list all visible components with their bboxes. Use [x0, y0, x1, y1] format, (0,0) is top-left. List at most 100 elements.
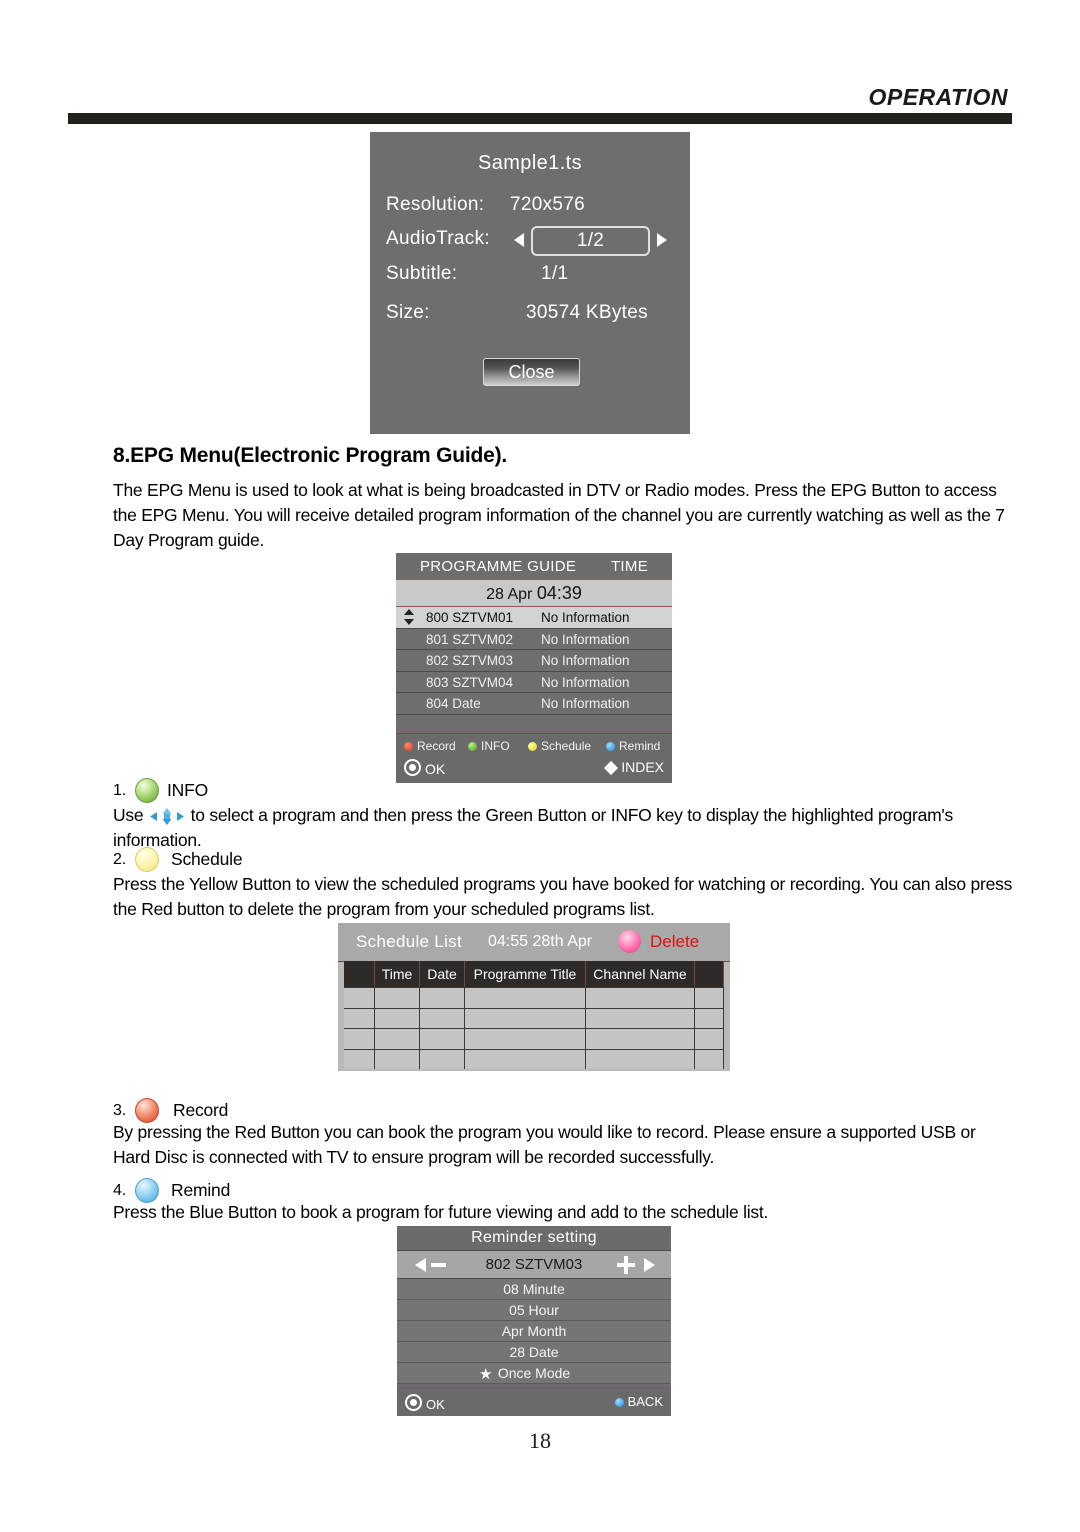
- epg-row-channel: 800 SZTVM01: [426, 610, 514, 625]
- programme-guide-dialog: PROGRAMME GUIDE TIME 28 Apr 04:39 800 SZ…: [396, 553, 672, 783]
- reminder-minute-row[interactable]: 08 Minute: [397, 1279, 671, 1300]
- programme-guide-title: PROGRAMME GUIDE: [420, 558, 577, 575]
- file-name-label: Sample1.ts: [477, 152, 583, 174]
- reminder-mode-row[interactable]: ★ Once Mode: [397, 1363, 671, 1384]
- audiotrack-value[interactable]: 1/2: [531, 226, 650, 256]
- programme-guide-time-header: TIME: [610, 558, 648, 575]
- file-info-dialog: Sample1.ts Resolution: 720x576 AudioTrac…: [370, 132, 690, 434]
- epg-row-empty: [396, 714, 672, 735]
- reminder-month-row[interactable]: Apr Month: [397, 1321, 671, 1342]
- cell-time: [375, 988, 420, 1008]
- plus-icon[interactable]: [617, 1256, 635, 1274]
- column-header-channel: Channel Name: [586, 961, 695, 987]
- cell-index: [344, 1008, 375, 1028]
- epg-row[interactable]: 802 SZTVM03 No Information: [396, 650, 672, 672]
- reminder-channel-row[interactable]: 802 SZTVM03: [397, 1251, 671, 1279]
- footer-schedule-key[interactable]: Schedule: [528, 739, 591, 753]
- blue-dot-icon: [614, 1398, 624, 1407]
- chevron-right-icon[interactable]: [644, 1258, 655, 1272]
- reminder-ok-key[interactable]: OK: [405, 1394, 445, 1412]
- cell-end: [695, 1029, 724, 1049]
- step-4-label: Remind: [171, 1180, 231, 1200]
- cell-end: [695, 1008, 724, 1028]
- section-heading: 8.EPG Menu(Electronic Program Guide).: [113, 444, 508, 467]
- cell-title: [465, 1008, 586, 1028]
- programme-guide-date-bar: 28 Apr 04:39: [396, 580, 672, 607]
- green-dot-icon: [468, 742, 477, 751]
- footer-ok-key[interactable]: OK: [404, 759, 445, 777]
- step-2-number: 2.: [113, 851, 126, 868]
- epg-row[interactable]: 801 SZTVM02 No Information: [396, 628, 672, 650]
- header-rule: [68, 113, 1012, 124]
- yellow-dot-icon: [528, 742, 537, 751]
- navigation-arrows-icon: [150, 807, 184, 825]
- cell-index: [344, 1049, 375, 1069]
- epg-row-channel: 804 Date: [426, 696, 481, 711]
- column-header-index: [344, 961, 375, 987]
- chevron-right-icon[interactable]: [657, 233, 667, 247]
- column-header-title: Programme Title: [465, 961, 586, 987]
- epg-row[interactable]: 800 SZTVM01 No Information: [396, 607, 672, 629]
- cell-channel: [586, 1029, 695, 1049]
- epg-row[interactable]: 804 Date No Information: [396, 693, 672, 715]
- schedule-list-header: Schedule List 04:55 28th Apr Delete: [338, 923, 730, 962]
- cell-end: [695, 1049, 724, 1069]
- subtitle-label: Subtitle:: [386, 263, 458, 284]
- diamond-icon: [604, 760, 619, 776]
- reminder-mode-label: Once Mode: [497, 1365, 571, 1381]
- resolution-value: 720x576: [510, 194, 586, 215]
- footer-schedule-label: Schedule: [541, 739, 592, 753]
- size-row: Size: 30574 KBytes: [386, 302, 674, 328]
- cell-time: [375, 1029, 420, 1049]
- footer-index-key[interactable]: INDEX: [604, 759, 664, 776]
- table-row[interactable]: [344, 1007, 724, 1028]
- cell-channel: [586, 1008, 695, 1028]
- table-row[interactable]: [344, 987, 724, 1008]
- reminder-setting-title: Reminder setting: [397, 1226, 671, 1251]
- delete-label[interactable]: Delete: [650, 932, 699, 952]
- epg-row-info: No Information: [541, 674, 630, 690]
- footer-record-label: Record: [417, 739, 456, 753]
- step-2-body: Press the Yellow Button to view the sche…: [113, 874, 1013, 919]
- table-row[interactable]: [344, 1048, 724, 1069]
- schedule-list-time: 04:55 28th Apr: [488, 933, 593, 950]
- epg-row-channel: 802 SZTVM03: [426, 653, 514, 668]
- ok-circle-icon: [405, 1394, 422, 1411]
- footer-ok-label: OK: [425, 761, 446, 777]
- cell-title: [465, 1029, 586, 1049]
- reminder-back-key[interactable]: BACK: [614, 1394, 663, 1409]
- footer-info-key[interactable]: INFO: [468, 739, 510, 753]
- programme-guide-header: PROGRAMME GUIDE TIME: [396, 553, 672, 580]
- column-header-time: Time: [375, 961, 420, 987]
- table-row[interactable]: [344, 1028, 724, 1049]
- step-3-body: By pressing the Red Button you can book …: [113, 1122, 976, 1167]
- epg-row-info: No Information: [541, 610, 630, 625]
- reminder-date-row[interactable]: 28 Date: [397, 1342, 671, 1363]
- close-button[interactable]: Close: [483, 358, 580, 386]
- green-button-icon: [135, 778, 159, 803]
- star-icon: ★: [479, 1366, 493, 1383]
- step-2-label: Schedule: [171, 849, 243, 869]
- step-3-label: Record: [173, 1100, 229, 1120]
- cell-date: [420, 988, 465, 1008]
- reminder-ok-label: OK: [426, 1397, 445, 1412]
- epg-row-info: No Information: [541, 631, 630, 647]
- reminder-hour-row[interactable]: 05 Hour: [397, 1300, 671, 1321]
- footer-remind-label: Remind: [619, 739, 661, 753]
- schedule-table-header-row: Time Date Programme Title Channel Name: [344, 961, 724, 987]
- step-1-body: Use to select a program and then press t…: [113, 803, 1013, 853]
- page-header-title: OPERATION: [868, 84, 1008, 110]
- footer-record-key[interactable]: Record: [404, 739, 456, 753]
- resolution-row: Resolution: 720x576: [386, 194, 674, 220]
- footer-remind-key[interactable]: Remind: [606, 739, 660, 753]
- schedule-table: Time Date Programme Title Channel Name: [344, 961, 724, 1069]
- red-dot-icon: [404, 742, 413, 751]
- schedule-list-title: Schedule List: [356, 932, 462, 951]
- step-1-label: INFO: [167, 780, 209, 800]
- yellow-button-icon: [135, 847, 159, 872]
- cell-title: [465, 988, 586, 1008]
- chevron-left-icon[interactable]: [514, 233, 524, 247]
- size-label: Size:: [386, 302, 430, 323]
- epg-row[interactable]: 803 SZTVM04 No Information: [396, 671, 672, 693]
- ok-circle-icon: [404, 759, 421, 776]
